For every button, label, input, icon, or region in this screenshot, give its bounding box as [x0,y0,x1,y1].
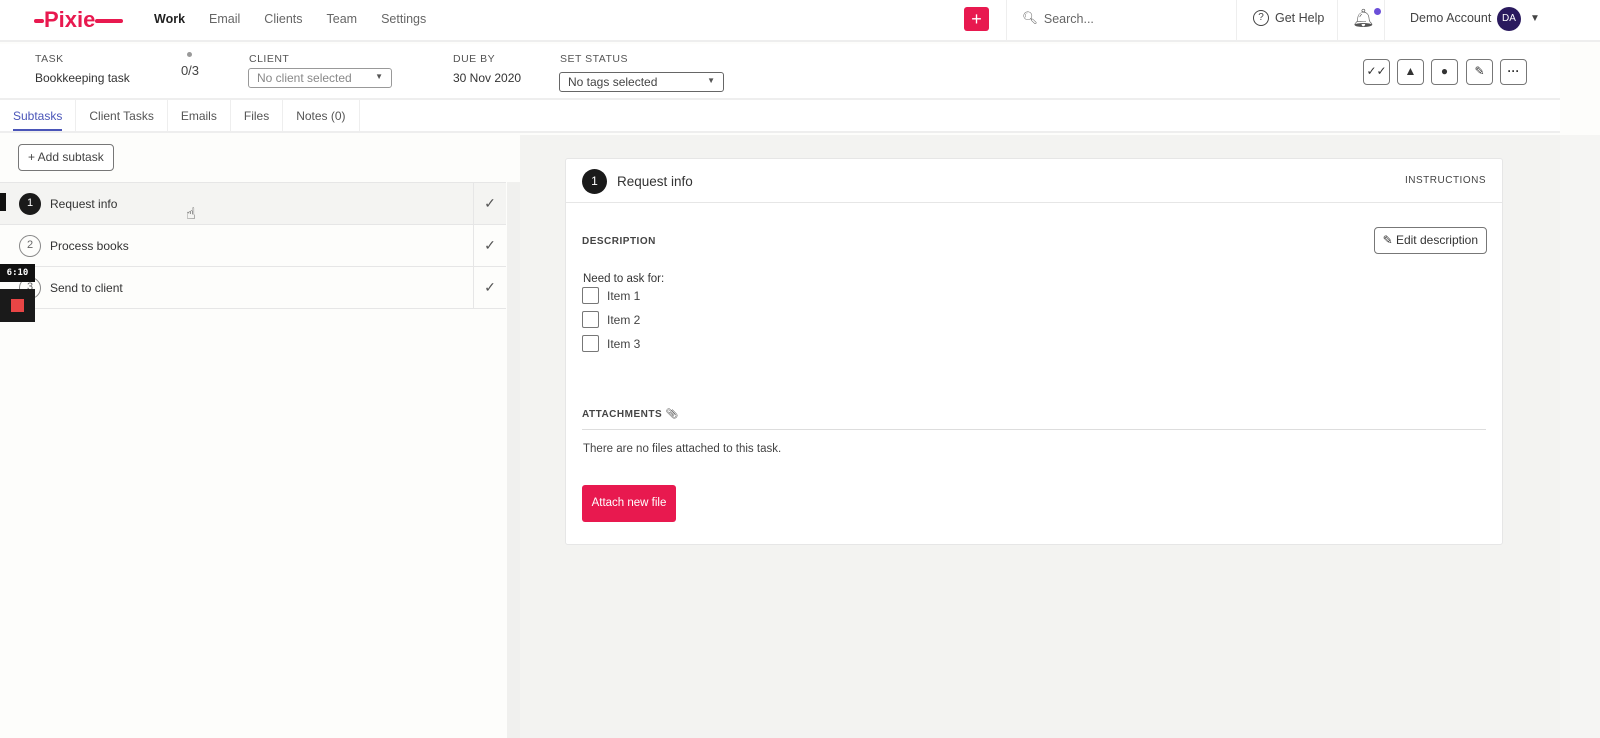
chevron-down-icon: ▼ [707,76,715,85]
recorder-handle[interactable] [0,193,6,211]
status-select[interactable]: No tags selected ▼ [559,72,724,92]
nav-email[interactable]: Email [209,12,240,26]
account-name[interactable]: Demo Account [1410,11,1491,25]
divider [582,429,1486,430]
instructions-link[interactable]: INSTRUCTIONS [1405,175,1486,186]
nav-settings[interactable]: Settings [381,12,426,26]
check-icon[interactable]: ✓ [473,183,506,224]
list-item[interactable]: 3 Send to client ✓ [0,267,506,309]
nav-clients[interactable]: Clients [264,12,302,26]
stop-recording-button[interactable] [0,289,35,322]
help-icon: ? [1253,10,1269,26]
more-icon[interactable]: ··· [1500,59,1527,85]
tab-notes[interactable]: Notes (0) [283,100,360,131]
subtask-list: 1 Request info ✓ 2 Process books ✓ 3 Send to … [0,182,506,309]
stop-icon [11,299,24,312]
hand-cursor-icon: ☝︎ [186,206,196,223]
nav-team[interactable]: Team [327,12,358,26]
card-header: 1 Request info INSTRUCTIONS [566,159,1502,203]
check-icon[interactable]: ✓ [473,267,506,308]
avatar[interactable]: DA [1497,7,1521,31]
due-date: 30 Nov 2020 [453,71,522,85]
tab-client-tasks[interactable]: Client Tasks [76,100,168,131]
checklist-item[interactable]: Item 1 [582,287,640,304]
subtask-detail-pane: 1 Request info INSTRUCTIONS DESCRIPTION … [520,135,1560,738]
search-input[interactable]: 🔍︎ Search... [1022,11,1094,26]
add-subtask-button[interactable]: + Add subtask [18,144,114,171]
divider [1337,0,1338,42]
edit-description-button[interactable]: ✎ Edit description [1373,227,1487,254]
main-nav: Work Email Clients Team Settings [154,12,426,26]
due-label: DUE BY [453,53,496,65]
description-text: Need to ask for: [583,273,665,285]
scrollbar[interactable] [507,182,520,738]
pixie-logo[interactable]: Pixie [34,7,124,33]
subtask-title: Request info [617,174,693,189]
check-icon[interactable]: ✓ [473,225,506,266]
task-name: Bookkeeping task [35,71,130,85]
checkbox[interactable] [582,311,599,328]
list-item[interactable]: 2 Process books ✓ [0,225,506,267]
checklist-item[interactable]: Item 2 [582,311,640,328]
assign-user-icon[interactable]: ● [1431,59,1458,85]
checklist-item[interactable]: Item 3 [582,335,640,352]
search-icon: 🔍︎ [1022,11,1038,25]
subtask-pane: + Add subtask 1 Request info ✓ 2 Process bo… [0,135,520,738]
task-header: TASK Bookkeeping task CLIENT DUE BY 30 N… [0,44,1560,100]
top-bar: Pixie Work Email Clients Team Settings +… [0,0,1600,42]
tab-emails[interactable]: Emails [168,100,231,131]
client-select[interactable]: No client selected ▼ [248,68,392,88]
task-tabs: Subtasks Client Tasks Emails Files Notes… [0,100,1560,133]
scrollbar[interactable] [1560,135,1600,738]
recording-timer: 6:10 [0,264,35,282]
attach-file-button[interactable]: Attach new file [582,485,676,522]
divider [1236,0,1237,42]
status-label: SET STATUS [560,53,629,65]
chevron-down-icon: ▼ [375,72,383,81]
tab-files[interactable]: Files [231,100,284,131]
divider [1006,0,1007,42]
pencil-icon: ✎ [1382,233,1396,247]
notification-dot [1373,8,1381,15]
checkbox[interactable] [582,287,599,304]
attachments-label: ATTACHMENTS 📎︎ [582,409,679,420]
client-label: CLIENT [249,53,290,65]
bell-icon[interactable]: ▲ [1397,59,1424,85]
description-label: DESCRIPTION [582,236,656,247]
task-label: TASK [35,53,64,65]
notifications-button[interactable]: 🔔︎ [1352,8,1381,29]
paperclip-icon: 📎︎ [665,409,679,420]
pencil-icon[interactable]: ✎ [1466,59,1493,85]
nav-work[interactable]: Work [154,12,185,26]
no-files-message: There are no files attached to this task… [583,443,782,455]
tab-subtasks[interactable]: Subtasks [0,100,77,131]
progress-indicator: 0/3 [170,52,210,96]
subtask-number: 1 [582,169,607,194]
bell-icon: 🔔︎ [1352,8,1375,28]
add-new-button[interactable]: + [964,7,989,31]
subtask-card: 1 Request info INSTRUCTIONS DESCRIPTION … [565,158,1503,545]
list-item[interactable]: 1 Request info ✓ [0,183,506,225]
get-help-button[interactable]: ? Get Help [1253,10,1324,26]
double-check-icon[interactable]: ✓✓ [1363,59,1390,85]
divider [1384,0,1385,42]
chevron-down-icon[interactable]: ▼ [1530,13,1540,24]
checkbox[interactable] [582,335,599,352]
